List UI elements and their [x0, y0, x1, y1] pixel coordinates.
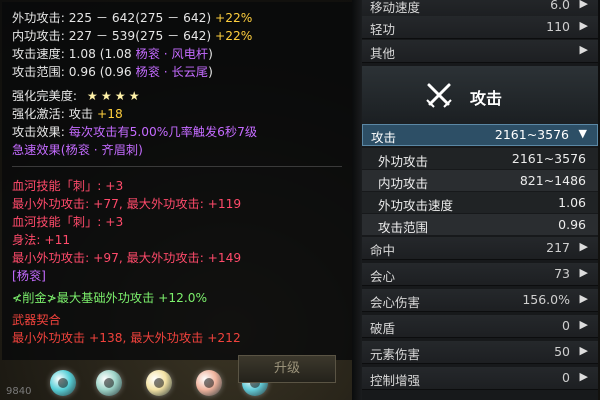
attr-row-other[interactable]: 其他 ▶	[362, 40, 598, 63]
attr-row-move-speed[interactable]: 移动速度 6.0 ▶	[362, 0, 598, 17]
attr-row-crit[interactable]: 会心 73 ▶	[362, 263, 598, 286]
tooltip-line-cut-gold: ≮削金≯最大基础外功攻击 +12.0%	[12, 291, 208, 305]
attr-row-shield-break[interactable]: 破盾 0 ▶	[362, 315, 598, 338]
attr-row-elemental-damage[interactable]: 元素伤害 50 ▶	[362, 341, 598, 364]
attr-row-hit[interactable]: 命中 217 ▶	[362, 237, 598, 260]
chevron-right-icon: ▶	[579, 292, 588, 305]
chevron-right-icon: ▶	[579, 318, 588, 331]
star-rating-icon: ★★★★	[86, 89, 143, 103]
chevron-down-icon: ▼	[578, 127, 587, 140]
item-tooltip: 外功攻击: 225 － 642(275 － 642) +22% 内功攻击: 22…	[2, 2, 353, 360]
attack-sub-row: 外功攻击 2161~3576	[362, 148, 598, 169]
tooltip-line-haste-effect: 急速效果(杨衮 · 齐眉刺)	[12, 143, 143, 157]
attr-row-crit-damage[interactable]: 会心伤害 156.0% ▶	[362, 289, 598, 312]
tooltip-line-enhance-perfection: 强化完美度: ★★★★	[12, 89, 143, 103]
tooltip-line-inner-attack: 内功攻击: 227 － 539(275 － 642) +22%	[12, 29, 253, 43]
attr-row-control-boost[interactable]: 控制增强 0 ▶	[362, 367, 598, 390]
tooltip-line-min-max-attack-1: 最小外功攻击: +77, 最大外功攻击: +119	[12, 197, 242, 211]
section-title: 攻击	[470, 89, 503, 108]
gem-slot-icon[interactable]	[146, 370, 172, 396]
gem-slot-icon[interactable]	[50, 370, 76, 396]
tooltip-line-attack-speed: 攻击速度: 1.08 (1.08 杨衮 · 风电杆)	[12, 47, 213, 61]
tooltip-divider	[12, 166, 342, 167]
gem-slot-icon[interactable]	[96, 370, 122, 396]
chevron-right-icon: ▶	[579, 19, 588, 32]
tooltip-line-skill-bonus-2: 血河技能「刺」: +3	[12, 215, 124, 229]
tooltip-line-set-name: [杨衮]	[12, 269, 46, 283]
chevron-right-icon: ▶	[579, 240, 588, 253]
crossed-swords-icon	[426, 83, 452, 108]
attack-sub-row: 外功攻击速度 1.06	[362, 192, 598, 213]
gem-slot-icon[interactable]	[196, 370, 222, 396]
attack-dropdown[interactable]: 攻击 2161~3576 ▼	[362, 124, 598, 146]
chevron-right-icon: ▶	[579, 266, 588, 279]
chevron-right-icon: ▶	[579, 370, 588, 383]
panel-edge	[352, 0, 362, 400]
chevron-right-icon: ▶	[579, 344, 588, 357]
chevron-right-icon: ▶	[579, 43, 588, 56]
tooltip-line-skill-bonus-1: 血河技能「刺」: +3	[12, 179, 124, 193]
tooltip-line-outer-attack: 外功攻击: 225 － 642(275 － 642) +22%	[12, 11, 253, 25]
tooltip-line-agility: 身法: +11	[12, 233, 71, 247]
tooltip-line-attack-range: 攻击范围: 0.96 (0.96 杨衮 · 长云尾)	[12, 65, 213, 79]
game-screen: 外功攻击: 225 － 642(275 － 642) +22% 内功攻击: 22…	[0, 0, 600, 400]
attack-sub-row: 攻击范围 0.96	[362, 214, 598, 235]
tooltip-line-min-max-attack-2: 最小外功攻击: +97, 最大外功攻击: +149	[12, 251, 242, 265]
tooltip-line-weapon-fit: 武器契合	[12, 313, 61, 327]
tooltip-line-min-max-attack-3: 最小外功攻击 +138, 最大外功攻击 +212	[12, 331, 241, 345]
upgrade-button[interactable]: 升级	[238, 355, 336, 383]
footer-number: 9840	[6, 386, 32, 397]
attack-sub-row: 内功攻击 821~1486	[362, 170, 598, 191]
chevron-right-icon: ▶	[579, 0, 588, 10]
tooltip-line-enhance-activate: 强化激活: 攻击 +18	[12, 107, 123, 121]
attribute-panel: 移动速度 6.0 ▶ 轻功 110 ▶ 其他 ▶ 攻击 攻击 2161~3576…	[362, 0, 598, 400]
attr-row-qinggong[interactable]: 轻功 110 ▶	[362, 16, 598, 39]
tooltip-line-attack-effect: 攻击效果: 每次攻击有5.00%几率触发6秒7级	[12, 125, 258, 139]
attack-section-header: 攻击	[362, 66, 598, 124]
